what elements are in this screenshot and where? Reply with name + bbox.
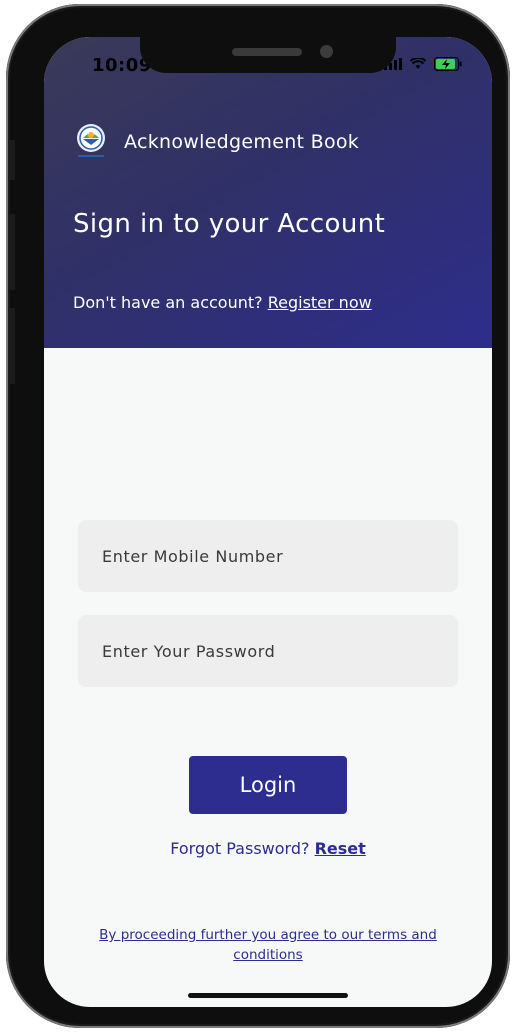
page-title: Sign in to your Account <box>73 209 386 239</box>
app-title: Acknowledgement Book <box>124 131 360 153</box>
wifi-icon <box>410 58 426 69</box>
speaker-grille <box>232 48 302 56</box>
brand: Acknowledgement Book <box>74 123 359 161</box>
status-icons <box>384 57 462 71</box>
reset-password-link[interactable]: Reset <box>315 839 366 858</box>
forgot-password-prompt: Forgot Password? <box>170 839 310 858</box>
home-indicator <box>188 993 348 998</box>
login-button[interactable]: Login <box>189 756 347 814</box>
password-input[interactable] <box>78 615 458 687</box>
header-banner: 10:09 Acknowledgement Book Sign in to yo… <box>44 37 492 348</box>
phone-frame: 10:09 Acknowledgement Book Sign in to yo… <box>6 4 510 1028</box>
register-prompt: Don't have an account? <box>73 293 263 312</box>
battery-charging-icon <box>434 57 462 71</box>
register-now-link[interactable]: Register now <box>268 293 372 312</box>
register-prompt-line: Don't have an account? Register now <box>73 293 372 312</box>
app-logo-icon <box>74 123 108 161</box>
front-camera <box>320 45 333 58</box>
volume-down-button <box>8 308 15 384</box>
device-notch <box>140 37 396 73</box>
app-screen: 10:09 Acknowledgement Book Sign in to yo… <box>44 37 492 1007</box>
volume-up-button <box>8 214 15 290</box>
mobile-number-input[interactable] <box>78 520 458 592</box>
forgot-password-line: Forgot Password? Reset <box>44 839 492 858</box>
terms-and-conditions-link[interactable]: By proceeding further you agree to our t… <box>84 925 452 965</box>
mute-switch <box>8 140 15 180</box>
